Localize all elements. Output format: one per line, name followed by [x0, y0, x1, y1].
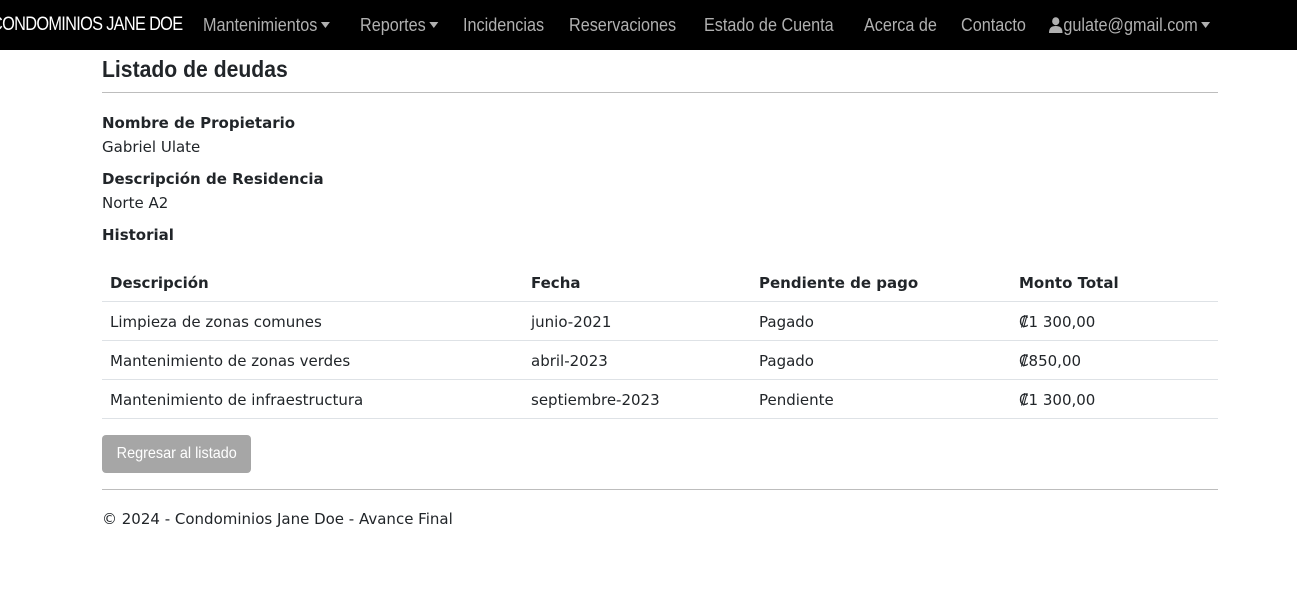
- table-row: Limpieza de zonas comunes junio-2021 Pag…: [102, 301, 1218, 341]
- nav-label: Reservaciones: [569, 14, 677, 35]
- cell-fecha: junio-2021: [523, 301, 751, 341]
- column-header-fecha: Fecha: [523, 263, 751, 302]
- chevron-down-icon: [320, 22, 330, 28]
- residence-value: Norte A2: [102, 194, 169, 212]
- column-header-monto: Monto Total: [1011, 263, 1218, 302]
- owner-label: Nombre de Propietario: [102, 114, 296, 132]
- table-row: Mantenimiento de zonas verdes abril-2023…: [102, 340, 1218, 380]
- nav-label: Mantenimientos: [203, 14, 318, 35]
- cell-descripcion: Mantenimiento de zonas verdes: [102, 340, 523, 380]
- history-table: Descripción Fecha Pendiente de pago Mont…: [102, 263, 1218, 419]
- nav-label: Estado de Cuenta: [704, 14, 834, 35]
- footer-text: © 2024 - Condominios Jane Doe - Avance F…: [102, 510, 453, 528]
- back-button-label: Regresar al listado: [116, 445, 237, 462]
- main-content: Listado de deudas Nombre de Propietario …: [102, 50, 1218, 528]
- cell-descripcion: Limpieza de zonas comunes: [102, 301, 523, 341]
- table-row: Mantenimiento de infraestructura septiem…: [102, 379, 1218, 419]
- nav-estado-de-cuenta[interactable]: Estado de Cuenta: [704, 15, 834, 36]
- column-header-descripcion: Descripción: [102, 263, 523, 302]
- user-icon: [1049, 17, 1063, 33]
- nav-label: Acerca de: [864, 14, 938, 35]
- nav-incidencias[interactable]: Incidencias: [463, 15, 544, 36]
- chevron-down-icon: [429, 22, 439, 28]
- cell-fecha: abril-2023: [523, 340, 751, 380]
- top-navbar: CONDOMINIOS JANE DOE Mantenimientos Repo…: [0, 0, 1297, 50]
- nav-acerca-de[interactable]: Acerca de: [864, 15, 937, 36]
- brand-link[interactable]: CONDOMINIOS JANE DOE: [0, 14, 183, 36]
- page-title: Listado de deudas: [102, 56, 288, 82]
- column-header-pendiente: Pendiente de pago: [751, 263, 1011, 302]
- cell-descripcion: Mantenimiento de infraestructura: [102, 379, 523, 419]
- cell-monto: ₡850,00: [1011, 340, 1218, 380]
- nav-reportes[interactable]: Reportes: [360, 14, 439, 36]
- footer-divider: [102, 489, 1218, 490]
- residence-label: Descripción de Residencia: [102, 170, 324, 188]
- nav-contacto[interactable]: Contacto: [961, 15, 1026, 36]
- cell-monto: ₡1 300,00: [1011, 379, 1218, 419]
- nav-label: Contacto: [961, 14, 1027, 35]
- cell-pendiente: Pagado: [751, 301, 1011, 341]
- history-label: Historial: [102, 226, 174, 244]
- cell-pendiente: Pagado: [751, 340, 1011, 380]
- nav-label: Reportes: [360, 14, 426, 35]
- cell-pendiente: Pendiente: [751, 379, 1011, 419]
- table-header-row: Descripción Fecha Pendiente de pago Mont…: [102, 263, 1218, 302]
- user-email: gulate@gmail.com: [1063, 14, 1199, 35]
- cell-fecha: septiembre-2023: [523, 379, 751, 419]
- owner-value: Gabriel Ulate: [102, 138, 201, 156]
- nav-reservaciones[interactable]: Reservaciones: [569, 15, 676, 36]
- nav-mantenimientos[interactable]: Mantenimientos: [203, 15, 330, 36]
- nav-user-menu[interactable]: gulate@gmail.com: [1049, 14, 1211, 36]
- chevron-down-icon: [1201, 22, 1211, 28]
- back-to-list-button[interactable]: Regresar al listado: [102, 435, 251, 473]
- nav-label: Incidencias: [463, 14, 545, 35]
- cell-monto: ₡1 300,00: [1011, 301, 1218, 341]
- title-divider: [102, 92, 1218, 93]
